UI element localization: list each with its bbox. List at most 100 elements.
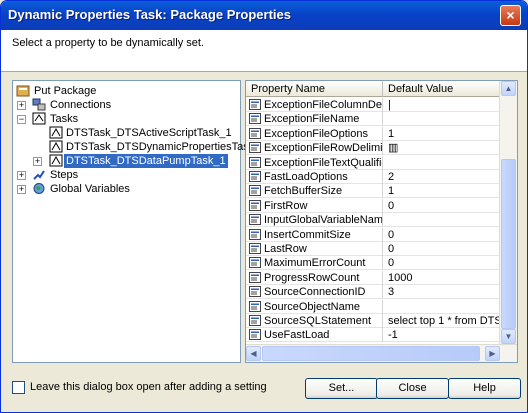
table-row[interactable]: FetchBufferSize 1 (246, 184, 502, 199)
property-value: 3 (388, 286, 395, 299)
property-value: 0 (388, 243, 395, 255)
property-name-cell: UseFastLoad (246, 328, 383, 343)
window-title: Dynamic Properties Task: Package Propert… (8, 7, 291, 22)
scroll-up-button[interactable]: ▲ (501, 81, 516, 96)
table-row[interactable]: InputGlobalVariableNames (246, 213, 502, 228)
tree-label-task3: DTSTask_DTSDataPumpTask_1 (64, 154, 228, 168)
table-row[interactable]: InsertCommitSize 0 (246, 227, 502, 242)
property-value: 1 (388, 127, 395, 140)
column-header-default-value[interactable]: Default Value (383, 81, 502, 97)
property-icon (249, 127, 261, 139)
table-row[interactable]: ExceptionFileRowDelimiter ▥ (246, 141, 502, 156)
property-name: FirstRow (264, 199, 308, 212)
table-row[interactable]: LastRow 0 (246, 242, 502, 256)
package-tree[interactable]: Put Package + Connections − Tasks DTSTas… (12, 80, 267, 363)
table-row[interactable]: SourceSQLStatement select top 1 * from DT… (246, 314, 502, 328)
property-icon (249, 329, 261, 341)
property-value: ▥ (388, 142, 399, 155)
property-icon (249, 156, 261, 168)
expand-icon[interactable]: + (33, 157, 42, 166)
table-row[interactable]: ExceptionFileOptions 1 (246, 126, 502, 141)
property-icon (249, 300, 261, 312)
table-row[interactable]: SourceConnectionID 3 (246, 285, 502, 300)
table-row[interactable]: FirstRow 0 (246, 198, 502, 213)
property-name-cell: ExceptionFileTextQualifier (246, 155, 383, 170)
property-name-cell: ExceptionFileColumnDelimiter (246, 98, 383, 112)
property-icon (249, 315, 261, 326)
property-icon (249, 142, 261, 154)
tree-label-tasks: Tasks (50, 113, 79, 125)
table-row[interactable]: ExceptionFileColumnDelimiter | (246, 98, 502, 112)
property-name: ExceptionFileName (264, 113, 360, 126)
scroll-left-button[interactable]: ◀ (246, 346, 261, 361)
table-row[interactable]: ExceptionFileTextQualifier (246, 155, 502, 170)
property-name: InsertCommitSize (264, 228, 351, 241)
table-row[interactable]: ExceptionFileName (246, 112, 502, 127)
property-name: ExceptionFileColumnDelimiter (264, 99, 382, 111)
table-row[interactable]: UseFastLoad -1 (246, 328, 502, 343)
property-icon (249, 257, 261, 269)
property-icon (249, 214, 261, 226)
scroll-down-button[interactable]: ▼ (501, 329, 516, 344)
help-button[interactable]: Help (448, 378, 521, 399)
property-name-cell: ProgressRowCount (246, 270, 383, 285)
expand-icon[interactable]: + (17, 185, 26, 194)
vertical-scrollbar[interactable]: ▲ ▼ (499, 81, 517, 345)
tree-label-connections: Connections (50, 99, 112, 111)
property-name-cell: ExceptionFileRowDelimiter (246, 141, 383, 156)
dialog-window: Dynamic Properties Task: Package Propert… (0, 0, 528, 413)
property-icon (249, 199, 261, 211)
table-row[interactable]: FastLoadOptions 2 (246, 170, 502, 184)
property-value: -1 (388, 329, 398, 342)
tree-label-task2: DTSTask_DTSDynamicPropertiesTask_1 (66, 141, 267, 153)
property-name-cell: LastRow (246, 242, 383, 256)
property-name: ProgressRowCount (264, 271, 360, 284)
property-icon (249, 271, 261, 283)
column-header-property-name[interactable]: Property Name (246, 81, 383, 97)
property-name: LastRow (264, 243, 307, 255)
property-name-cell: ExceptionFileOptions (246, 126, 383, 141)
table-row[interactable]: SourceObjectName (246, 299, 502, 314)
tree-label-steps: Steps (50, 169, 79, 181)
horizontal-scrollbar[interactable]: ◀ ▶ (246, 344, 517, 362)
property-name-cell: InputGlobalVariableNames (246, 213, 383, 228)
property-name: InputGlobalVariableNames (264, 214, 383, 227)
property-icon (249, 99, 261, 110)
script-task-icon (49, 126, 63, 139)
title-bar[interactable]: Dynamic Properties Task: Package Propert… (1, 1, 527, 30)
property-icon (249, 171, 261, 182)
property-name: FetchBufferSize (264, 185, 343, 198)
property-icon (249, 185, 261, 197)
property-name: SourceSQLStatement (264, 315, 372, 327)
collapse-icon[interactable]: − (17, 115, 26, 124)
property-value: 0 (388, 228, 395, 241)
scroll-right-button[interactable]: ▶ (485, 346, 500, 361)
property-name: SourceConnectionID (264, 286, 366, 299)
data-pump-task-icon (49, 154, 63, 167)
horizontal-scroll-thumb[interactable] (262, 346, 480, 361)
leave-open-label: Leave this dialog box open after adding … (30, 381, 267, 393)
property-value: 2 (388, 171, 395, 183)
expand-icon[interactable]: + (17, 171, 26, 180)
close-window-button[interactable]: × (500, 5, 521, 26)
table-row[interactable]: ProgressRowCount 1000 (246, 270, 502, 285)
vertical-scroll-thumb[interactable] (501, 159, 516, 329)
set-button[interactable]: Set... (305, 378, 378, 399)
expand-icon[interactable]: + (17, 101, 26, 110)
property-name: FastLoadOptions (264, 171, 348, 183)
package-icon (16, 85, 30, 97)
property-name-cell: FastLoadOptions (246, 170, 383, 184)
property-value: | (388, 99, 391, 111)
property-icon (249, 243, 261, 254)
table-row[interactable]: MaximumErrorCount 0 (246, 256, 502, 271)
properties-grid[interactable]: Property Name Default Value ExceptionFil… (245, 80, 518, 363)
tree-label-global-variables: Global Variables (50, 183, 130, 195)
steps-icon (33, 170, 45, 180)
leave-open-checkbox[interactable] (12, 381, 25, 394)
dialog-header: Select a property to be dynamically set. (1, 30, 527, 72)
close-button[interactable]: Close (376, 378, 449, 399)
dynamic-properties-task-icon (49, 140, 63, 153)
property-name-cell: FirstRow (246, 198, 383, 213)
globe-icon (33, 183, 45, 194)
property-name-cell: SourceSQLStatement (246, 314, 383, 328)
